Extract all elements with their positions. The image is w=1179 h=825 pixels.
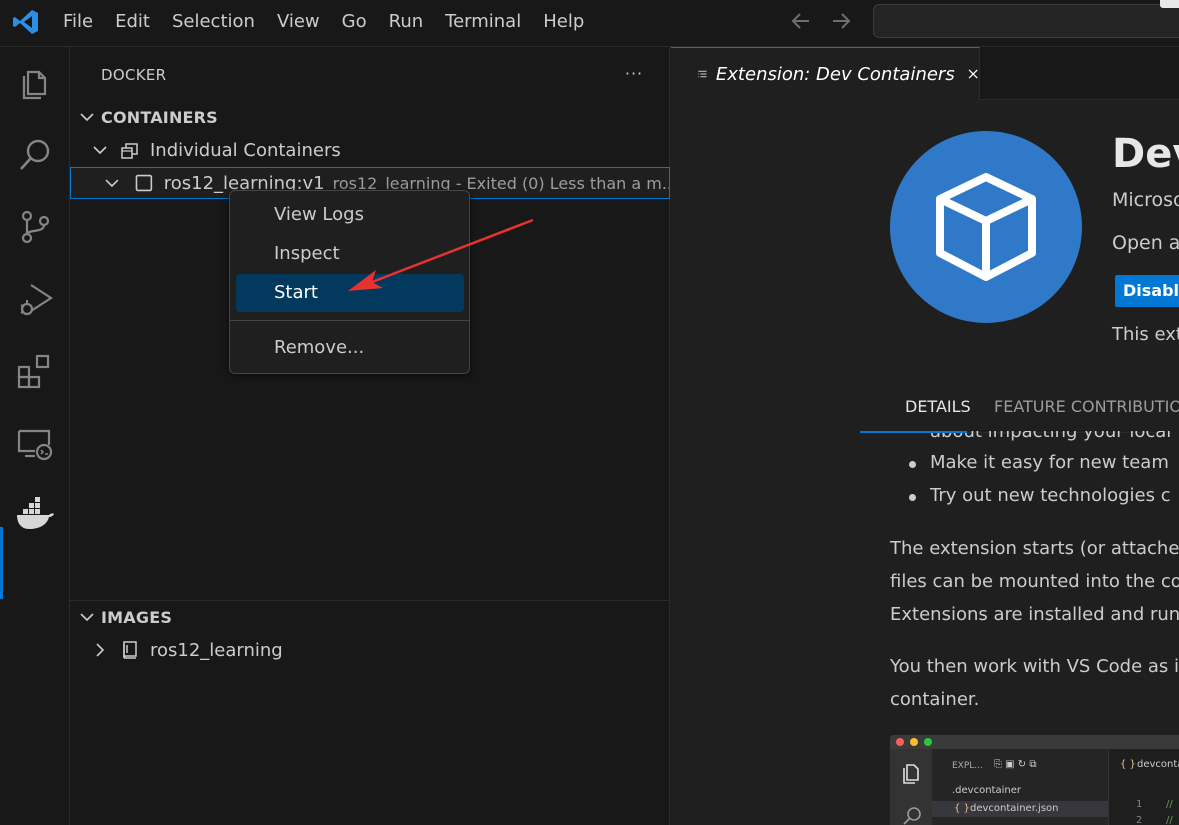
menu-run[interactable]: Run <box>378 0 435 43</box>
back-arrow-icon[interactable] <box>788 8 814 34</box>
images-section-header[interactable]: IMAGES <box>70 604 670 630</box>
close-icon[interactable] <box>967 65 979 83</box>
container-group-icon <box>121 143 138 159</box>
run-debug-icon[interactable] <box>15 279 55 319</box>
source-control-icon[interactable] <box>15 207 55 247</box>
section-divider <box>70 600 670 601</box>
tab-extension-dev-containers[interactable]: Extension: Dev Containers <box>671 47 980 100</box>
title-bar: File Edit Selection View Go Run Terminal… <box>0 0 1179 47</box>
menu-separator <box>230 320 469 321</box>
readme-paragraph-line: You then work with VS Code as if <box>890 656 1179 677</box>
files-icon <box>903 764 919 784</box>
menu-item-view-logs[interactable]: View Logs <box>236 196 464 234</box>
extension-publisher[interactable]: Microso <box>1112 189 1179 211</box>
menu-file[interactable]: File <box>52 0 104 43</box>
screenshot-titlebar <box>890 735 1179 749</box>
menu-go[interactable]: Go <box>331 0 378 43</box>
menu-bar: File Edit Selection View Go Run Terminal… <box>52 0 595 43</box>
cube-icon <box>936 173 1036 281</box>
images-section-label: IMAGES <box>101 607 173 627</box>
menu-edit[interactable]: Edit <box>104 0 161 43</box>
screenshot-editor-tab: devconta <box>1137 759 1179 770</box>
readme-screenshot: EXPL... ⎘ ▣ ↻ ⧉ .devcontainer devcontain… <box>890 735 1179 825</box>
chevron-down-icon <box>80 113 94 122</box>
extension-description: Open a <box>1112 232 1179 254</box>
json-braces-icon: { } <box>954 803 970 814</box>
image-name: ros12_learning <box>150 639 283 661</box>
remote-explorer-icon[interactable] <box>15 423 55 463</box>
command-center-search[interactable] <box>873 4 1179 38</box>
screenshot-file: devcontainer.json <box>970 803 1059 814</box>
image-book-icon <box>123 641 137 659</box>
container-stopped-icon <box>135 174 153 192</box>
extension-logo <box>890 131 1082 323</box>
docker-sidebar: DOCKER ··· CONTAINERS Individual Contain… <box>70 47 670 825</box>
menu-terminal[interactable]: Terminal <box>434 0 532 43</box>
screenshot-activity-bar <box>890 749 932 825</box>
tree-item-label: Individual Containers <box>150 139 341 161</box>
search-icon <box>903 807 921 825</box>
extensions-icon[interactable] <box>15 351 55 391</box>
tab-label: Extension: Dev Containers <box>715 63 955 85</box>
readme-paragraph-line: Extensions are installed and run in <box>890 604 1179 625</box>
extension-name: Dev <box>1112 131 1179 177</box>
extension-note: This exte <box>1112 324 1179 345</box>
line-number: 1 <box>1136 799 1143 810</box>
readme-paragraph-line: files can be mounted into the con <box>890 571 1179 592</box>
screenshot-toolbar-icons: ⎘ ▣ ↻ ⧉ <box>994 759 1037 770</box>
menu-help[interactable]: Help <box>532 0 595 43</box>
readme-bullet: Try out new technologies c <box>909 485 1171 506</box>
tab-feature-contributions[interactable]: FEATURE CONTRIBUTIONS <box>994 390 1179 424</box>
chevron-right-icon <box>96 643 105 657</box>
detail-tabs-sticky: DETAILS FEATURE CONTRIBUTIONS <box>860 390 1179 434</box>
tree-item-individual-containers[interactable]: Individual Containers <box>70 134 670 166</box>
chevron-down-icon <box>80 613 94 622</box>
json-braces-icon: { } <box>1120 759 1136 770</box>
disable-button[interactable]: Disable <box>1115 275 1179 307</box>
active-view-indicator <box>0 527 3 599</box>
sidebar-title: DOCKER <box>101 66 167 84</box>
tree-item-image-ros12-learning[interactable]: ros12_learning <box>70 634 670 666</box>
menu-selection[interactable]: Selection <box>161 0 266 43</box>
readme-paragraph-line: The extension starts (or attaches t <box>890 538 1179 559</box>
forward-arrow-icon[interactable] <box>828 8 854 34</box>
code-comment: // <box>1166 799 1173 810</box>
line-number: 2 <box>1136 815 1143 825</box>
readme-paragraph-line: container. <box>890 689 980 710</box>
code-comment: // <box>1166 815 1173 825</box>
vscode-logo-icon <box>13 10 38 34</box>
active-tab-underline <box>860 431 967 433</box>
preview-list-icon <box>698 70 707 78</box>
containers-section-label: CONTAINERS <box>101 107 218 127</box>
menu-item-inspect[interactable]: Inspect <box>236 235 464 273</box>
extension-details-editor: Dev Microso Open a Disable This exte abo… <box>671 101 1179 825</box>
containers-section-header[interactable]: CONTAINERS <box>70 104 670 130</box>
screenshot-folder: .devcontainer <box>952 785 1021 796</box>
tab-details[interactable]: DETAILS <box>905 390 971 424</box>
menu-item-start[interactable]: Start <box>236 274 464 312</box>
docker-whale-icon[interactable] <box>15 495 55 535</box>
readme-bullet: Make it easy for new team <box>909 452 1169 473</box>
editor-tab-bar: Extension: Dev Containers <box>671 47 1179 100</box>
chevron-down-icon <box>105 179 119 188</box>
more-actions-icon[interactable]: ··· <box>622 64 646 84</box>
menu-item-remove[interactable]: Remove... <box>236 329 464 367</box>
activity-bar <box>0 47 70 825</box>
menu-view[interactable]: View <box>266 0 331 43</box>
search-icon[interactable] <box>15 135 55 175</box>
explorer-files-icon[interactable] <box>15 63 55 103</box>
chevron-down-icon <box>93 146 107 155</box>
screenshot-explorer-label: EXPL... <box>952 761 983 771</box>
window-control[interactable] <box>1160 0 1179 8</box>
container-context-menu: View Logs Inspect Start Remove... <box>229 190 470 374</box>
